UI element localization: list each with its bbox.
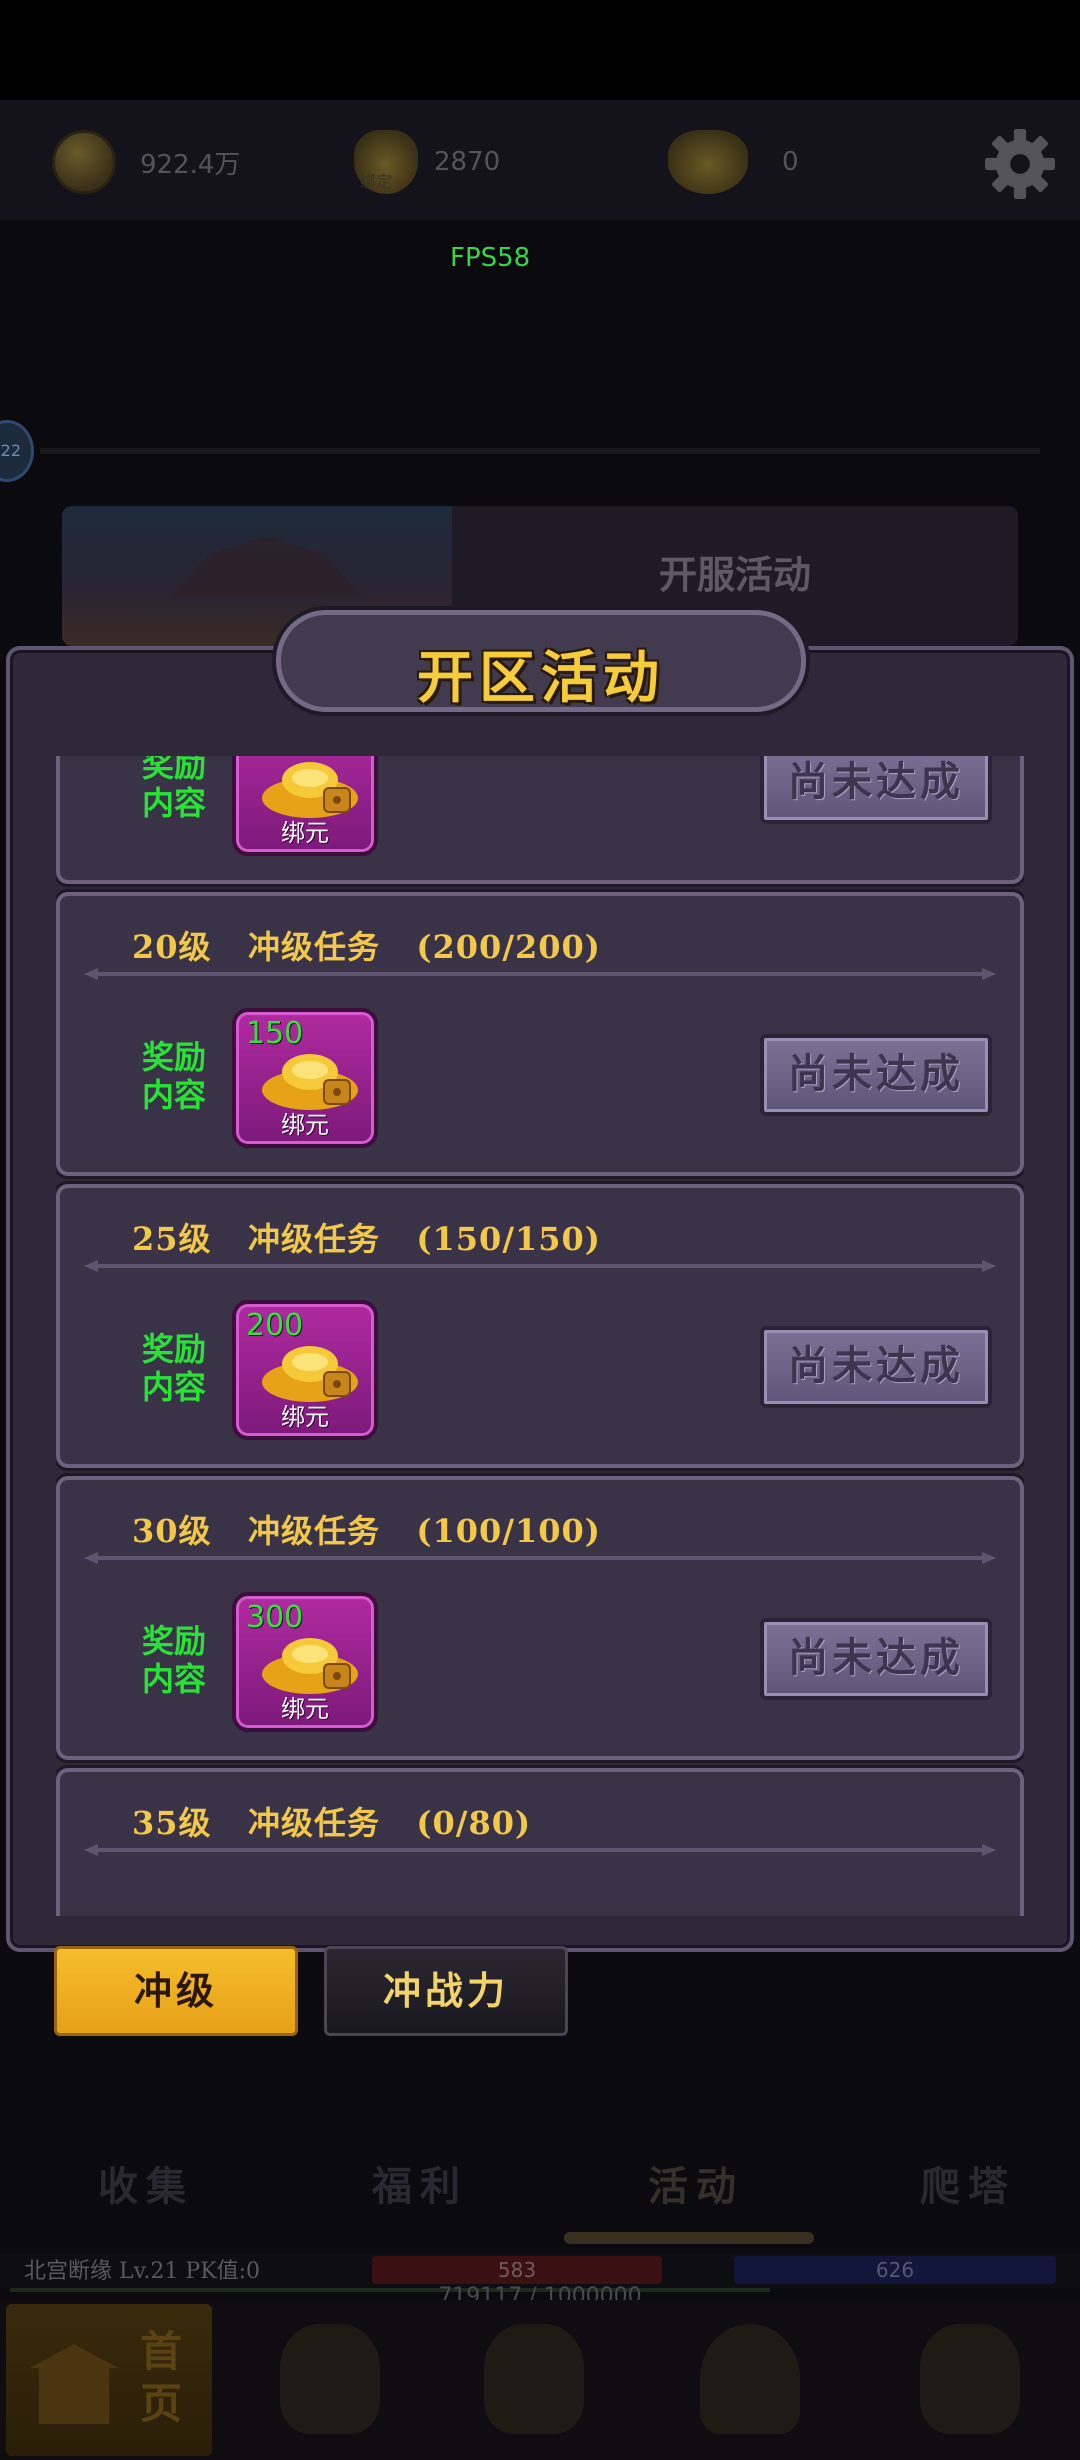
coin-counter: 922.4万: [52, 130, 240, 194]
bound-ingot-counter: 绑定 2870: [354, 130, 500, 194]
reward-item-name: 绑元: [281, 1403, 329, 1431]
meditation-icon[interactable]: [700, 2324, 800, 2434]
gold-ingot-icon: [262, 1638, 358, 1694]
claim-status-button[interactable]: 尚未达成: [760, 1618, 992, 1700]
currency-bar: 922.4万 绑定 2870 0: [0, 100, 1080, 220]
reward-amount: 200: [246, 1308, 304, 1343]
task-title: 30级 冲级任务 (100/100): [132, 1512, 601, 1550]
bound-tag: 绑定: [360, 172, 393, 191]
reward-label: 奖励内容: [142, 1038, 207, 1114]
reward-label: 奖励内容: [142, 1622, 207, 1698]
task-card: 35级 冲级任务 (0/80): [56, 1768, 1024, 1916]
palace-icon: [30, 2344, 118, 2424]
reward-item[interactable]: 100 绑元: [232, 756, 378, 856]
gold-ingot-icon: [262, 1346, 358, 1402]
gold-ingot-icon: [262, 762, 358, 818]
progress-line: [40, 448, 1040, 454]
bound-ingot-icon: 绑定: [354, 130, 418, 194]
tab-level-up[interactable]: 冲级: [54, 1946, 298, 2036]
task-list[interactable]: 奖励内容 100 绑元 尚未达成 20级 冲级任务 (200/200) 奖励内容: [56, 756, 1024, 1916]
money-bag-icon[interactable]: [484, 2324, 584, 2434]
card-separator: [84, 1552, 996, 1564]
helmet-icon[interactable]: [280, 2324, 380, 2434]
reward-item-name: 绑元: [281, 1695, 329, 1723]
tab-activity[interactable]: 活动: [648, 2154, 744, 2212]
dialog-title-plate: 开区活动: [276, 610, 806, 712]
task-title: 25级 冲级任务 (150/150): [132, 1220, 601, 1258]
tab-collect[interactable]: 收集: [98, 2154, 194, 2212]
claim-status-button[interactable]: 尚未达成: [760, 756, 992, 824]
status-bar: [0, 0, 1080, 100]
claim-status-button[interactable]: 尚未达成: [760, 1034, 992, 1116]
reward-amount: 300: [246, 1600, 304, 1635]
task-card: 20级 冲级任务 (200/200) 奖励内容 150 绑元 尚未达成: [56, 892, 1024, 1176]
reward-item[interactable]: 150 绑元: [232, 1008, 378, 1148]
banner-title: 开服活动: [658, 553, 811, 597]
card-separator: [84, 1260, 996, 1272]
bottom-tab-row: 收集 福利 活动 爬塔: [0, 2140, 1080, 2230]
card-separator: [84, 1844, 996, 1856]
nav-home-label: 首页: [140, 2327, 183, 2428]
hp-bar: 583: [372, 2256, 662, 2284]
claim-status-button[interactable]: 尚未达成: [760, 1326, 992, 1408]
reward-item-name: 绑元: [281, 819, 329, 847]
active-tab-indicator: [564, 2232, 814, 2244]
reward-amount: 150: [246, 1016, 304, 1051]
settings-gear-icon[interactable]: [982, 126, 1058, 202]
coin-value: 922.4万: [140, 149, 241, 180]
reward-label: 奖励内容: [142, 756, 207, 822]
mp-bar: 626: [734, 2256, 1056, 2284]
task-card: 奖励内容 100 绑元 尚未达成: [56, 756, 1024, 884]
ingot-value: 0: [782, 147, 799, 177]
level-badge: 22: [0, 420, 34, 482]
task-card: 30级 冲级任务 (100/100) 奖励内容 300 绑元 尚未达成: [56, 1476, 1024, 1760]
task-title: 20级 冲级任务 (200/200): [132, 928, 601, 966]
reward-item[interactable]: 200 绑元: [232, 1300, 378, 1440]
dialog-title: 开区活动: [417, 645, 665, 711]
fps-counter: FPS58: [450, 243, 531, 273]
tab-welfare[interactable]: 福利: [372, 2154, 468, 2212]
ingot-counter: 0: [668, 130, 799, 194]
tab-tower[interactable]: 爬塔: [920, 2154, 1016, 2212]
ingot-icon: [668, 130, 748, 194]
tab-combat-power[interactable]: 冲战力: [324, 1946, 568, 2036]
bound-ingot-value: 2870: [434, 147, 501, 177]
reward-item-name: 绑元: [281, 1111, 329, 1139]
card-separator: [84, 968, 996, 980]
coin-icon: [52, 130, 116, 194]
reward-item[interactable]: 300 绑元: [232, 1592, 378, 1732]
taiji-icon[interactable]: [920, 2324, 1020, 2434]
task-title: 35级 冲级任务 (0/80): [132, 1804, 532, 1842]
reward-amount: 100: [246, 756, 303, 759]
gold-ingot-icon: [262, 1054, 358, 1110]
player-info: 北宫断缘 Lv.21 PK值:0: [24, 2259, 261, 2284]
reward-label: 奖励内容: [142, 1330, 207, 1406]
task-card: 25级 冲级任务 (150/150) 奖励内容 200 绑元 尚未达成: [56, 1184, 1024, 1468]
nav-home[interactable]: 首页: [6, 2304, 212, 2456]
